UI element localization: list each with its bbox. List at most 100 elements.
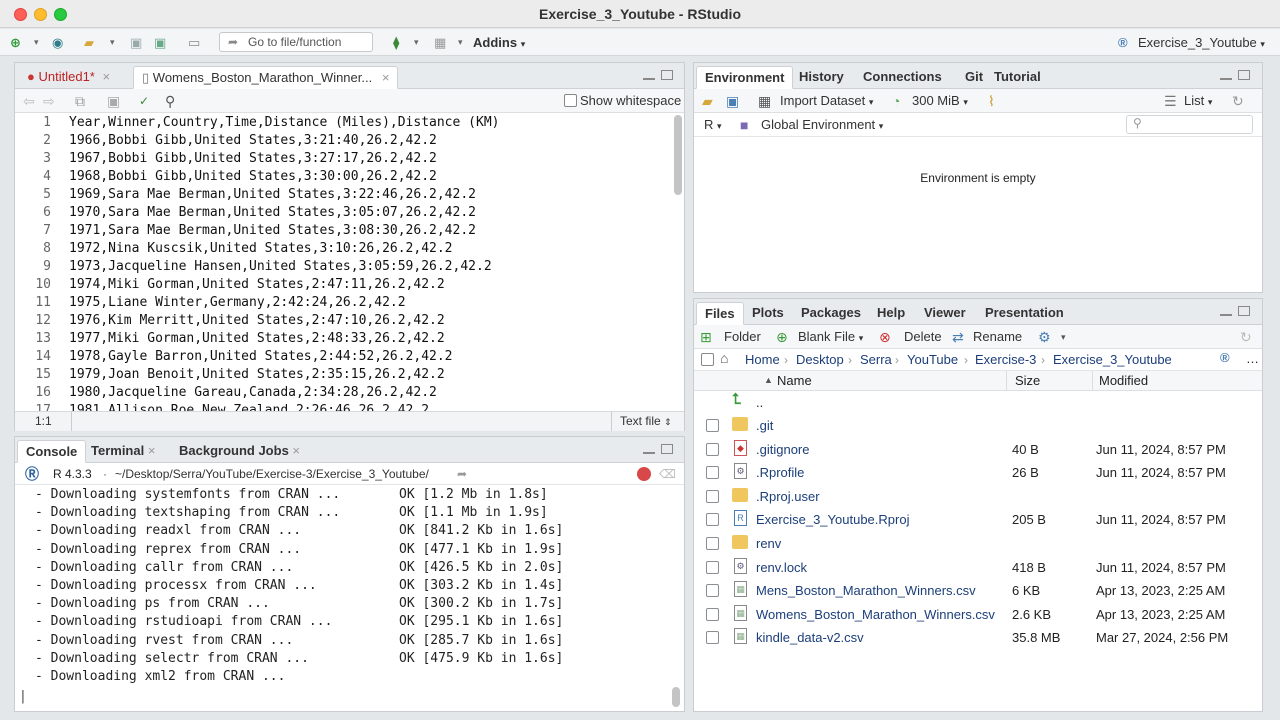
- spellcheck-icon[interactable]: ✓: [139, 89, 149, 113]
- save-icon[interactable]: ▣: [130, 33, 142, 52]
- file-checkbox[interactable]: [706, 584, 719, 598]
- load-workspace-icon[interactable]: ▰: [702, 89, 713, 113]
- delete-button[interactable]: Delete: [904, 325, 942, 349]
- show-in-window-icon[interactable]: ⧉: [75, 89, 85, 113]
- breadcrumb-desktop[interactable]: Desktop: [796, 349, 844, 371]
- minimize-pane-button[interactable]: [1220, 313, 1232, 316]
- code-line[interactable]: 15 1979,Joan Benoit,United States,2:35:15…: [15, 366, 670, 384]
- line-text[interactable]: 1973,Jacqueline Hansen,United States,3:0…: [69, 258, 492, 276]
- more-icon[interactable]: …: [1246, 351, 1259, 366]
- tab-terminal[interactable]: Terminal ×: [83, 440, 163, 463]
- minimize-pane-button[interactable]: [1220, 77, 1232, 80]
- show-whitespace-checkbox[interactable]: [564, 94, 577, 107]
- code-line[interactable]: 2 1966,Bobbi Gibb,United States,3:21:40,2…: [15, 132, 670, 150]
- column-size[interactable]: Size: [1015, 371, 1040, 390]
- line-text[interactable]: 1979,Joan Benoit,United States,2:35:15,2…: [69, 366, 445, 384]
- file-checkbox[interactable]: [706, 513, 719, 527]
- code-line[interactable]: 6 1970,Sara Mae Berman,United States,3:05…: [15, 204, 670, 222]
- code-line[interactable]: 11 1975,Liane Winter,Germany,2:42:24,26.2…: [15, 294, 670, 312]
- print-icon[interactable]: ▭: [188, 33, 200, 52]
- import-dataset-menu[interactable]: Import Dataset ▾: [780, 89, 873, 114]
- save-icon[interactable]: ▣: [107, 89, 120, 113]
- file-row[interactable]: ▦ kindle_data-v2.csv 35.8 MB Mar 27, 2024, …: [694, 626, 1262, 650]
- line-text[interactable]: 1981,Allison Roe,New Zealand,2:26:46,26.…: [69, 402, 429, 411]
- code-line[interactable]: 16 1980,Jacqueline Gareau,Canada,2:34:28,…: [15, 384, 670, 402]
- code-line[interactable]: 17 1981,Allison Roe,New Zealand,2:26:46,2…: [15, 402, 670, 411]
- save-workspace-icon[interactable]: ▣: [726, 89, 739, 113]
- clear-console-icon[interactable]: ⌫: [659, 463, 676, 485]
- open-file-icon[interactable]: ▰: [84, 33, 94, 52]
- line-text[interactable]: 1976,Kim Merritt,United States,2:47:10,2…: [69, 312, 445, 330]
- go-to-file-input[interactable]: ➦ Go to file/function: [219, 32, 373, 52]
- gear-icon[interactable]: ⚙: [1038, 325, 1051, 349]
- file-name-link[interactable]: Womens_Boston_Marathon_Winners.csv: [756, 603, 995, 626]
- refresh-icon[interactable]: ↻: [1240, 325, 1252, 349]
- rename-button[interactable]: Rename: [973, 325, 1022, 349]
- tab-plots[interactable]: Plots: [744, 302, 792, 325]
- editor-scrollbar[interactable]: [674, 115, 682, 195]
- chevron-down-icon[interactable]: ▾: [34, 33, 39, 52]
- line-text[interactable]: Year,Winner,Country,Time,Distance (Miles…: [69, 114, 499, 132]
- file-checkbox[interactable]: [706, 631, 719, 645]
- line-text[interactable]: 1969,Sara Mae Berman,United States,3:22:…: [69, 186, 476, 204]
- tab-help[interactable]: Help: [869, 302, 913, 325]
- file-name-link[interactable]: kindle_data-v2.csv: [756, 626, 864, 649]
- maximize-pane-button[interactable]: [1238, 306, 1250, 316]
- chevron-down-icon[interactable]: ▾: [458, 33, 463, 52]
- minimize-pane-button[interactable]: [643, 451, 655, 454]
- blank-file-menu[interactable]: Blank File ▾: [798, 325, 863, 350]
- code-line[interactable]: 13 1977,Miki Gorman,United States,2:48:33…: [15, 330, 670, 348]
- code-line[interactable]: 10 1974,Miki Gorman,United States,2:47:11…: [15, 276, 670, 294]
- file-row[interactable]: ⚙ renv.lock 418 B Jun 11, 2024, 8:57 PM: [694, 556, 1262, 580]
- select-all-checkbox[interactable]: [701, 353, 714, 366]
- code-line[interactable]: 3 1967,Bobbi Gibb,United States,3:27:17,2…: [15, 150, 670, 168]
- file-name-link[interactable]: Mens_Boston_Marathon_Winners.csv: [756, 579, 976, 602]
- file-name-link[interactable]: .Rproj.user: [756, 485, 820, 508]
- line-text[interactable]: 1977,Miki Gorman,United States,2:48:33,2…: [69, 330, 445, 348]
- file-checkbox[interactable]: [706, 607, 719, 621]
- project-menu[interactable]: Exercise_3_Youtube ▾: [1138, 33, 1265, 52]
- chevron-down-icon[interactable]: ▾: [110, 33, 115, 52]
- tab-history[interactable]: History: [791, 66, 852, 89]
- close-icon[interactable]: ×: [292, 443, 300, 458]
- code-line[interactable]: 1 Year,Winner,Country,Time,Distance (Mile…: [15, 114, 670, 132]
- refresh-icon[interactable]: ↻: [1232, 89, 1244, 113]
- file-row[interactable]: ⚙ .Rprofile 26 B Jun 11, 2024, 8:57 PM: [694, 461, 1262, 485]
- save-all-icon[interactable]: ▣: [154, 33, 166, 52]
- file-row[interactable]: ▦ Womens_Boston_Marathon_Winners.csv 2.6 K…: [694, 603, 1262, 627]
- file-name-link[interactable]: renv: [756, 532, 781, 555]
- view-mode-menu[interactable]: List ▾: [1184, 89, 1212, 114]
- delete-icon[interactable]: ⊗: [879, 325, 891, 349]
- tab-untitled1[interactable]: ● Untitled1* ×: [19, 66, 118, 89]
- language-menu[interactable]: R ▾: [704, 113, 722, 138]
- rename-icon[interactable]: ⇄: [952, 325, 964, 349]
- code-line[interactable]: 12 1976,Kim Merritt,United States,2:47:10…: [15, 312, 670, 330]
- file-checkbox[interactable]: [706, 489, 719, 503]
- new-folder-button[interactable]: Folder: [724, 325, 761, 349]
- search-icon[interactable]: ⚲: [165, 89, 175, 113]
- go-to-directory-icon[interactable]: ➦: [457, 463, 467, 485]
- code-editor[interactable]: 1 Year,Winner,Country,Time,Distance (Mile…: [15, 113, 670, 411]
- line-text[interactable]: 1980,Jacqueline Gareau,Canada,2:34:28,26…: [69, 384, 437, 402]
- file-row[interactable]: ▦ Mens_Boston_Marathon_Winners.csv 6 KB Apr…: [694, 579, 1262, 603]
- file-name-link[interactable]: .Rprofile: [756, 461, 804, 484]
- env-search-input[interactable]: ⚲: [1126, 115, 1253, 134]
- file-checkbox[interactable]: [706, 560, 719, 574]
- memory-usage-menu[interactable]: 300 MiB ▾: [912, 89, 968, 114]
- tab-presentation[interactable]: Presentation: [977, 302, 1072, 325]
- file-row[interactable]: .git: [694, 414, 1262, 438]
- column-modified[interactable]: Modified: [1099, 371, 1148, 390]
- console-output[interactable]: - Downloading systemfonts from CRAN ... O…: [15, 485, 670, 711]
- close-icon[interactable]: ×: [102, 69, 110, 84]
- maximize-pane-button[interactable]: [661, 444, 673, 454]
- file-checkbox[interactable]: [706, 442, 719, 456]
- file-name-link[interactable]: .gitignore: [756, 438, 809, 461]
- column-name[interactable]: Name: [777, 371, 812, 390]
- tab-packages[interactable]: Packages: [793, 302, 869, 325]
- new-folder-icon[interactable]: ⊞: [700, 325, 712, 349]
- breadcrumb-exercise-3-youtube[interactable]: Exercise_3_Youtube: [1053, 349, 1172, 371]
- code-line[interactable]: 5 1969,Sara Mae Berman,United States,3:22…: [15, 186, 670, 204]
- new-file-icon[interactable]: ⊕: [10, 33, 21, 52]
- console-cursor[interactable]: |: [19, 689, 27, 704]
- file-row[interactable]: ◆ .gitignore 40 B Jun 11, 2024, 8:57 PM: [694, 438, 1262, 462]
